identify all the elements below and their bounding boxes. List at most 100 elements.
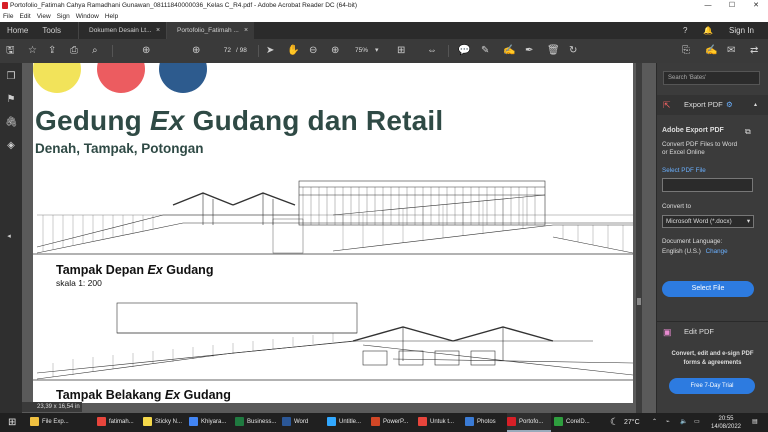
page-number-input[interactable]: 72 (215, 45, 231, 56)
create-pdf-icon[interactable]: ⎘ (682, 44, 690, 58)
taskbar-app-3[interactable]: Khiyara... (189, 413, 233, 432)
hand-tool-icon[interactable]: ✋ (287, 44, 299, 58)
page-thumbnails-icon[interactable]: ❐ (5, 71, 17, 83)
tab-bar: Home Tools Dokumen Desain Lt... × Portof… (0, 22, 768, 39)
bookmarks-icon[interactable]: ⚑ (5, 94, 17, 106)
close-window-button[interactable]: ✕ (744, 0, 768, 11)
taskbar-app-6[interactable]: Untitle... (327, 413, 367, 432)
taskbar-app-11[interactable]: CorelD... (554, 413, 604, 432)
tab-document-1-close[interactable]: × (156, 22, 160, 39)
tab-home[interactable]: Home (0, 26, 35, 35)
taskbar-app-label: File Exp... (42, 419, 69, 425)
select-file-button[interactable]: Select File (662, 281, 754, 297)
tools-search-input[interactable]: Search 'Bates' (663, 71, 760, 85)
window-title: Portofolio_Fatimah Cahya Ramadhani Gunaw… (10, 2, 358, 9)
zoom-out-icon[interactable]: ⊖ (309, 44, 317, 58)
zoom-dropdown-icon[interactable]: ▾ (375, 44, 379, 58)
rotate-icon[interactable]: ↻ (569, 44, 577, 58)
tab-tools[interactable]: Tools (35, 26, 68, 35)
free-trial-button[interactable]: Free 7-Day Trial (669, 378, 755, 394)
next-page-icon[interactable]: ⊕ (192, 44, 200, 58)
tab-document-1-label: Dokumen Desain Lt... (89, 27, 152, 34)
select-cursor-icon[interactable]: ➤ (266, 44, 274, 58)
taskbar-app-icon (30, 416, 39, 426)
sign-in-button[interactable]: Sign In (729, 22, 754, 39)
edit-pdf-header[interactable]: ▣ Edit PDF (657, 321, 768, 342)
taskbar-app-icon (327, 416, 336, 426)
taskbar-app-5[interactable]: Word (282, 413, 322, 432)
zoom-level[interactable]: 75% (355, 45, 368, 56)
taskbar-app-1[interactable]: fatimah... (97, 413, 141, 432)
minimize-button[interactable]: — (696, 0, 720, 11)
weather-temperature[interactable]: 27°C (624, 413, 640, 432)
scale-label: skala 1: 200 (56, 278, 102, 288)
chevron-down-icon: ▾ (746, 218, 750, 225)
copy-icon[interactable]: ⧉ (745, 127, 751, 137)
front-elevation-drawing (33, 180, 633, 255)
clock[interactable]: 20:55 14/08/2022 (708, 413, 744, 432)
fit-page-icon[interactable]: ⊞ (397, 44, 405, 58)
help-icon[interactable]: ? (683, 22, 687, 39)
maximize-button[interactable]: ☐ (720, 0, 744, 11)
layers-icon[interactable]: ◈ (5, 140, 17, 152)
scrollbar-thumb[interactable] (637, 298, 641, 305)
volume-icon[interactable]: 🔈 (680, 413, 687, 432)
taskbar-app-10[interactable]: Portofo... (507, 413, 551, 432)
convert-format-select[interactable]: Microsoft Word (*.docx) ▾ (662, 215, 754, 228)
taskbar-app-4[interactable]: Business... (235, 413, 280, 432)
notifications-icon[interactable]: ▤ (752, 413, 758, 432)
collapse-left-panel-icon[interactable]: ◂ (3, 231, 15, 243)
menu-file[interactable]: File (0, 11, 16, 22)
fill-sign-icon[interactable]: ✒ (525, 44, 533, 58)
collapse-export-icon[interactable]: ▴ (754, 95, 757, 115)
taskbar-app-icon (465, 416, 474, 426)
export-pdf-header[interactable]: ⇱ Export PDF ⚙ ▴ (657, 95, 768, 115)
battery-icon[interactable]: ▭ (694, 413, 700, 432)
find-search-icon[interactable]: ⌕ (92, 44, 98, 58)
taskbar-app-icon (554, 416, 563, 426)
taskbar-app-9[interactable]: Photos (465, 413, 503, 432)
menu-sign[interactable]: Sign (54, 11, 73, 22)
tab-document-2[interactable]: Portofolio_Fatimah ... × (166, 22, 255, 39)
decor-circle-blue (159, 63, 207, 93)
document-viewer[interactable]: Gedung Ex Gudang dan Retail Denah, Tampa… (22, 63, 656, 413)
menu-view[interactable]: View (34, 11, 54, 22)
zoom-in-icon[interactable]: ⊕ (331, 44, 339, 58)
scroll-mode-icon[interactable]: ⇔ (427, 44, 437, 58)
system-tray-chevron-icon[interactable]: ⌃ (652, 413, 657, 432)
start-windows-icon[interactable]: ⊞ (8, 413, 16, 432)
taskbar-app-8[interactable]: Untuk t... (418, 413, 462, 432)
menu-edit[interactable]: Edit (16, 11, 33, 22)
select-pdf-file-input[interactable] (662, 178, 753, 192)
save-icon[interactable]: 🖫 (6, 44, 15, 58)
taskbar-app-label: fatimah... (109, 419, 134, 425)
network-icon[interactable]: ⌁ (666, 413, 670, 432)
export-info-icon[interactable]: ⚙ (726, 95, 733, 115)
tab-document-2-close[interactable]: × (244, 22, 248, 39)
email-icon[interactable]: ✉ (727, 44, 735, 58)
taskbar-app-0[interactable]: File Exp... (30, 413, 90, 432)
notification-bell-icon[interactable]: 🔔 (703, 22, 713, 39)
taskbar-app-7[interactable]: PowerP... (371, 413, 415, 432)
page-size-status: 23,39 x 16,54 in (22, 402, 82, 412)
toolbar: 🖫 ☆ ⇪ ⎙ ⌕ ⊕ ⊕ 72 / 98 ➤ ✋ ⊖ ⊕ 75% ▾ ⊞ ⇔ … (0, 39, 768, 63)
sign-pen-icon[interactable]: ✍ (705, 44, 717, 58)
draw-icon[interactable]: ✍ (503, 44, 515, 58)
bookmark-star-icon[interactable]: ☆ (28, 44, 37, 58)
attachments-paperclip-icon[interactable]: 🖇 (5, 117, 18, 129)
menu-window[interactable]: Window (73, 11, 102, 22)
delete-icon[interactable]: 🗑 (547, 44, 560, 58)
share-icon[interactable]: ⇄ (750, 44, 758, 58)
page-title: Gedung Ex Gudang dan Retail (35, 105, 444, 136)
menu-help[interactable]: Help (102, 11, 121, 22)
change-language-link[interactable]: Change (706, 248, 728, 255)
print-icon[interactable]: ⎙ (70, 44, 78, 58)
comment-icon[interactable]: 💬 (458, 44, 470, 58)
upload-cloud-icon[interactable]: ⇪ (48, 44, 56, 58)
highlight-pen-icon[interactable]: ✎ (481, 44, 489, 58)
tab-document-1[interactable]: Dokumen Desain Lt... × (78, 22, 167, 39)
taskbar-app-2[interactable]: Sticky N... (143, 413, 187, 432)
previous-page-icon[interactable]: ⊕ (142, 44, 150, 58)
document-vertical-scrollbar[interactable] (636, 63, 642, 413)
taskbar-app-icon (418, 416, 427, 426)
